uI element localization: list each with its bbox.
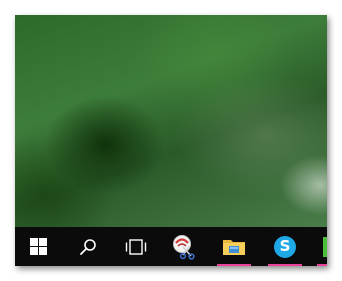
- app-button[interactable]: [315, 227, 327, 266]
- start-button[interactable]: [21, 227, 55, 266]
- windows-logo-icon: [29, 238, 47, 255]
- skype-glyph: S: [279, 237, 291, 255]
- search-icon: [80, 238, 96, 255]
- snipping-tool-button[interactable]: [167, 227, 201, 266]
- snipping-tool-icon: [173, 234, 195, 260]
- desktop-wallpaper: [15, 15, 327, 227]
- task-view-button[interactable]: [119, 227, 153, 266]
- app-icon: [323, 236, 327, 257]
- file-explorer-icon: [223, 239, 245, 255]
- screen: S: [15, 15, 327, 266]
- task-view-icon: [125, 238, 147, 255]
- skype-button[interactable]: S: [266, 227, 304, 266]
- skype-icon: S: [274, 235, 296, 258]
- taskbar: S: [15, 227, 327, 266]
- screenshot-frame: S: [0, 0, 342, 281]
- file-explorer-button[interactable]: [215, 227, 253, 266]
- search-button[interactable]: [71, 227, 105, 266]
